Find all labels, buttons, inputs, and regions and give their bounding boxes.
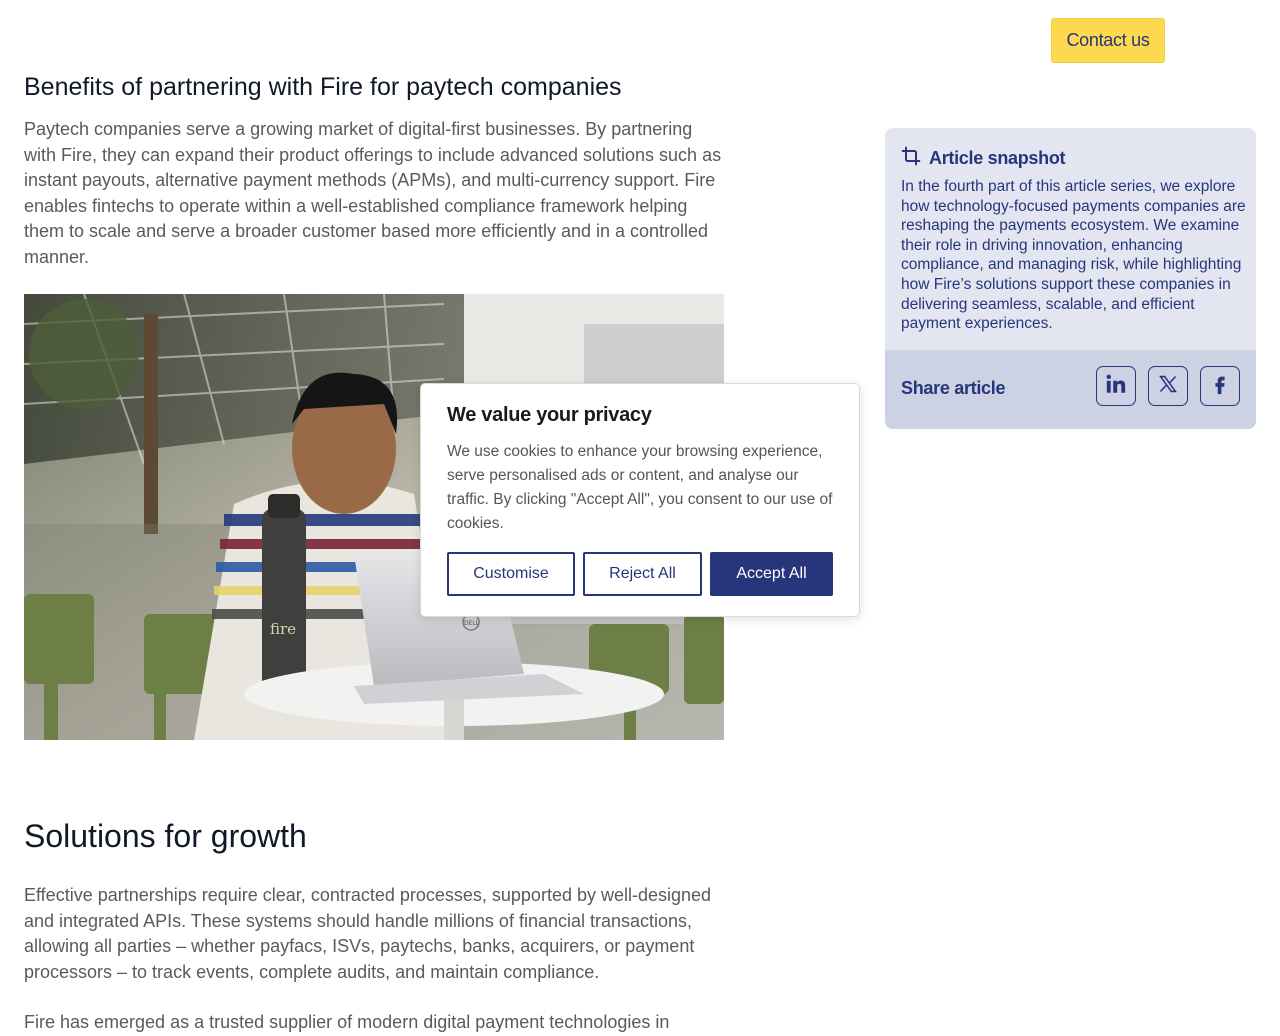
share-linkedin-button[interactable] — [1096, 366, 1136, 406]
linkedin-icon — [1105, 373, 1127, 400]
cookie-title: We value your privacy — [447, 404, 652, 426]
reject-all-button[interactable]: Reject All — [583, 552, 702, 596]
accept-all-button[interactable]: Accept All — [710, 552, 833, 596]
snapshot-title: Article snapshot — [929, 148, 1066, 168]
snapshot-body: In the fourth part of this article serie… — [901, 178, 1246, 333]
facebook-icon — [1209, 373, 1231, 400]
customise-button[interactable]: Customise — [447, 552, 575, 596]
section-heading-benefits: Benefits of partnering with Fire for pay… — [24, 73, 622, 101]
benefits-paragraph: Paytech companies serve a growing market… — [24, 119, 722, 267]
solutions-paragraph-1: Effective partnerships require clear, co… — [24, 885, 712, 982]
contact-us-button[interactable]: Contact us — [1051, 18, 1165, 63]
solutions-paragraph-2: Fire has emerged as a trusted supplier o… — [24, 1012, 670, 1032]
x-icon — [1158, 374, 1178, 399]
cookie-consent-dialog: We value your privacy We use cookies to … — [420, 383, 860, 617]
share-facebook-button[interactable] — [1200, 366, 1240, 406]
bottle-logo: fire — [270, 620, 296, 638]
laptop-logo: DELL — [464, 620, 480, 627]
share-label: Share article — [901, 378, 1006, 398]
section-heading-solutions: Solutions for growth — [24, 818, 307, 854]
share-bar: Share article — [885, 350, 1256, 429]
share-x-button[interactable] — [1148, 366, 1188, 406]
article-snapshot-panel: Article snapshot In the fourth part of t… — [885, 128, 1256, 429]
cookie-text: We use cookies to enhance your browsing … — [447, 443, 833, 532]
crop-icon — [901, 146, 921, 171]
